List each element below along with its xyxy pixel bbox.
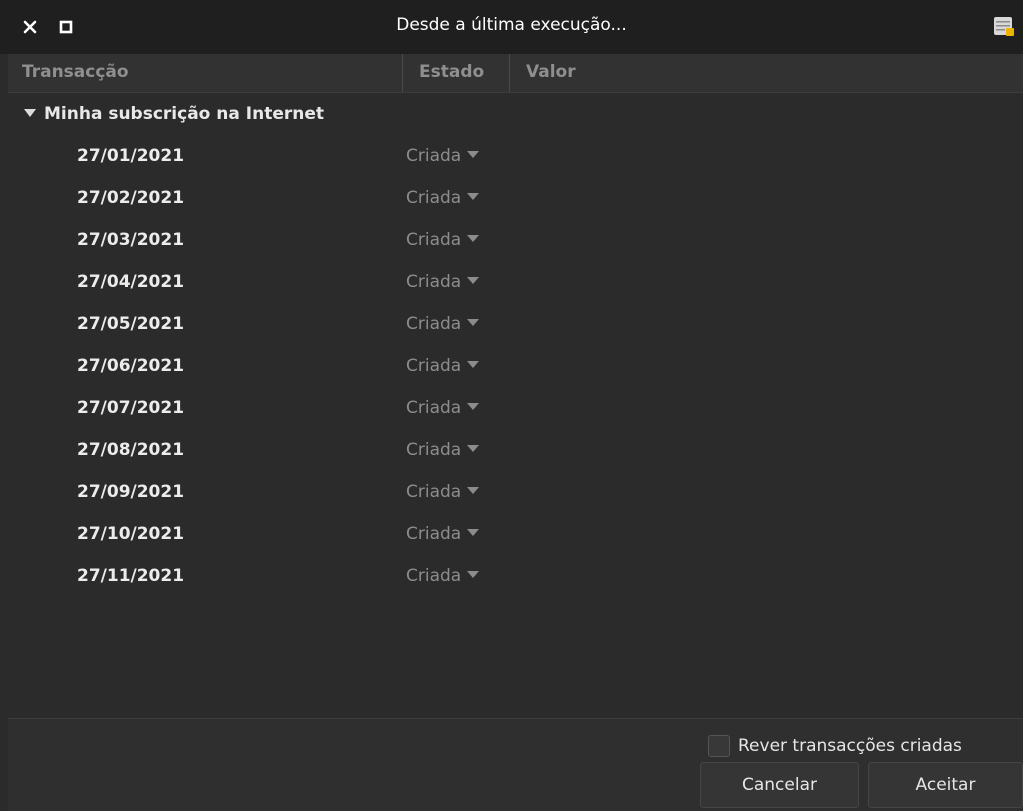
- transaction-date: 27/08/2021: [77, 440, 185, 460]
- title-bar: Desde a última execução...: [0, 0, 1023, 54]
- triangle-down-icon[interactable]: [24, 109, 36, 117]
- state-label: Criada: [406, 440, 462, 460]
- window-title: Desde a última execução...: [396, 15, 627, 35]
- transaction-date: 27/02/2021: [77, 188, 185, 208]
- state-label: Criada: [406, 566, 462, 586]
- state-dropdown[interactable]: Criada: [406, 177, 480, 219]
- state-dropdown[interactable]: Criada: [406, 471, 480, 513]
- chevron-down-icon: [467, 360, 480, 368]
- transaction-date: 27/09/2021: [77, 482, 185, 502]
- table-row[interactable]: 27/10/2021 Criada: [8, 513, 1023, 555]
- chevron-down-icon: [467, 486, 480, 494]
- column-header-transaction[interactable]: Transacção: [8, 54, 403, 92]
- since-last-run-dialog: Desde a última execução... Transacção Es…: [0, 0, 1023, 811]
- state-label: Criada: [406, 356, 462, 376]
- state-label: Criada: [406, 314, 462, 334]
- state-label: Criada: [406, 398, 462, 418]
- state-dropdown[interactable]: Criada: [406, 387, 480, 429]
- chevron-down-icon: [467, 192, 480, 200]
- state-dropdown[interactable]: Criada: [406, 261, 480, 303]
- state-label: Criada: [406, 524, 462, 544]
- state-label: Criada: [406, 482, 462, 502]
- chevron-down-icon: [467, 444, 480, 452]
- app-icon: [993, 15, 1015, 37]
- chevron-down-icon: [467, 402, 480, 410]
- accept-button[interactable]: Aceitar: [868, 762, 1023, 808]
- chevron-down-icon: [467, 318, 480, 326]
- state-label: Criada: [406, 272, 462, 292]
- review-created-checkbox[interactable]: Rever transacções criadas: [708, 732, 962, 760]
- table-row[interactable]: 27/02/2021 Criada: [8, 177, 1023, 219]
- state-dropdown[interactable]: Criada: [406, 513, 480, 555]
- state-dropdown[interactable]: Criada: [406, 555, 480, 597]
- table-row[interactable]: 27/06/2021 Criada: [8, 345, 1023, 387]
- chevron-down-icon: [467, 276, 480, 284]
- table-header: Transacção Estado Valor: [8, 54, 1023, 93]
- group-label: Minha subscrição na Internet: [44, 104, 325, 124]
- table-row[interactable]: 27/08/2021 Criada: [8, 429, 1023, 471]
- dialog-footer: Rever transacções criadas Cancelar Aceit…: [8, 718, 1023, 811]
- table-row[interactable]: 27/01/2021 Criada: [8, 135, 1023, 177]
- transaction-date: 27/04/2021: [77, 272, 185, 292]
- state-dropdown[interactable]: Criada: [406, 303, 480, 345]
- table-row[interactable]: 27/03/2021 Criada: [8, 219, 1023, 261]
- cancel-button[interactable]: Cancelar: [700, 762, 859, 808]
- checkbox-box[interactable]: [708, 735, 730, 757]
- chevron-down-icon: [467, 528, 480, 536]
- table-row[interactable]: 27/04/2021 Criada: [8, 261, 1023, 303]
- review-created-label[interactable]: Rever transacções criadas: [738, 736, 962, 756]
- chevron-down-icon: [467, 234, 480, 242]
- transaction-date: 27/10/2021: [77, 524, 185, 544]
- state-dropdown[interactable]: Criada: [406, 219, 480, 261]
- state-label: Criada: [406, 146, 462, 166]
- group-row[interactable]: Minha subscrição na Internet: [8, 93, 1023, 135]
- state-dropdown[interactable]: Criada: [406, 135, 480, 177]
- column-header-state[interactable]: Estado: [403, 54, 510, 92]
- table-row[interactable]: 27/09/2021 Criada: [8, 471, 1023, 513]
- chevron-down-icon: [467, 570, 480, 578]
- transaction-date: 27/05/2021: [77, 314, 185, 334]
- transaction-date: 27/06/2021: [77, 356, 185, 376]
- table-row[interactable]: 27/11/2021 Criada: [8, 555, 1023, 597]
- state-label: Criada: [406, 188, 462, 208]
- transaction-date: 27/07/2021: [77, 398, 185, 418]
- chevron-down-icon: [467, 150, 480, 158]
- state-label: Criada: [406, 230, 462, 250]
- table-row[interactable]: 27/07/2021 Criada: [8, 387, 1023, 429]
- spreadsheet-icon: [994, 17, 1014, 36]
- transaction-date: 27/01/2021: [77, 146, 185, 166]
- table-row[interactable]: 27/05/2021 Criada: [8, 303, 1023, 345]
- transaction-date: 27/11/2021: [77, 566, 185, 586]
- state-dropdown[interactable]: Criada: [406, 429, 480, 471]
- column-header-value[interactable]: Valor: [510, 54, 1023, 92]
- transactions-tree: Minha subscrição na Internet 27/01/2021 …: [8, 93, 1023, 718]
- state-dropdown[interactable]: Criada: [406, 345, 480, 387]
- transaction-date: 27/03/2021: [77, 230, 185, 250]
